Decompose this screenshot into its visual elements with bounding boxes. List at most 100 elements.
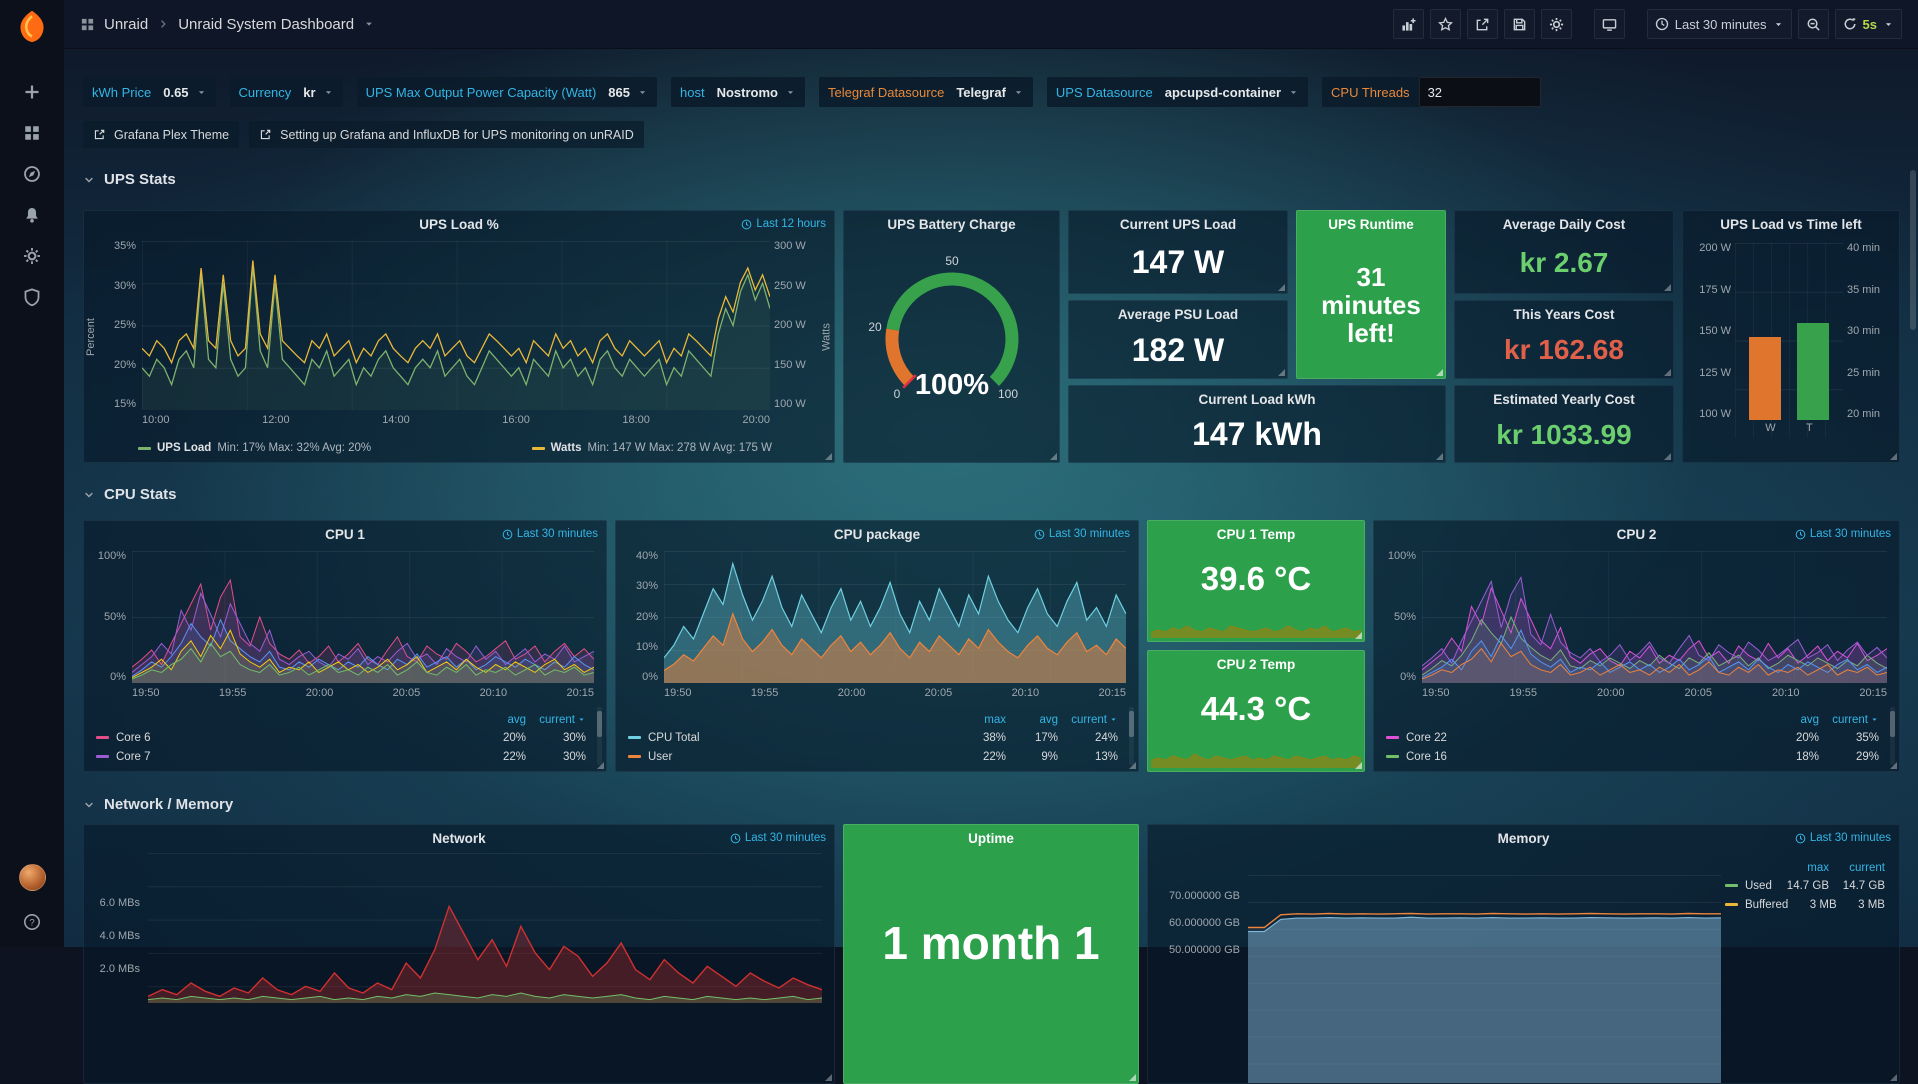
alerting-bell-icon[interactable] xyxy=(23,206,41,224)
legend-scrollbar[interactable] xyxy=(1890,707,1895,765)
stat-title[interactable]: Average PSU Load xyxy=(1069,307,1287,322)
panel-average-psu-load: Average PSU Load 182 W xyxy=(1068,300,1288,379)
panel-time-override[interactable]: Last 30 minutes xyxy=(1795,521,1891,547)
ups-bar-chart[interactable]: WT xyxy=(1735,243,1843,438)
row-header-cpu-stats[interactable]: CPU Stats xyxy=(83,486,177,503)
create-icon[interactable] xyxy=(23,83,41,101)
y-tick: 200 W xyxy=(1699,243,1731,254)
page-scrollbar[interactable] xyxy=(1910,170,1916,330)
legend-series[interactable]: Core 6 xyxy=(96,732,474,744)
variable-cpu-threads: CPU Threads xyxy=(1322,77,1541,107)
variable-telegraf-datasource[interactable]: Telegraf Datasource Telegraf xyxy=(819,77,1033,107)
series-swatch xyxy=(138,447,151,450)
cpu1-chart[interactable] xyxy=(132,551,594,683)
y-tick: 25 min xyxy=(1847,368,1880,379)
stat-title[interactable]: Estimated Yearly Cost xyxy=(1455,392,1673,407)
caret-down-icon xyxy=(785,87,796,98)
breadcrumb-folder[interactable]: Unraid xyxy=(104,16,148,33)
x-tick: 20:05 xyxy=(393,687,421,701)
memory-chart[interactable] xyxy=(1248,875,1721,1084)
legend-series-ups-load[interactable]: UPS Load Min: 17% Max: 32% Avg: 20% xyxy=(138,442,371,454)
panel-this-years-cost: This Years Cost kr 162.68 xyxy=(1454,300,1674,379)
legend-series[interactable]: Used xyxy=(1725,880,1773,892)
stat-title[interactable]: UPS Runtime xyxy=(1297,217,1445,232)
legend-series-watts[interactable]: Watts Min: 147 W Max: 278 W Avg: 175 W xyxy=(532,442,772,454)
variable-host[interactable]: host Nostromo xyxy=(671,77,805,107)
row-header-network-memory[interactable]: Network / Memory xyxy=(83,796,233,813)
mark-favorite-button[interactable] xyxy=(1430,9,1461,39)
stat-title[interactable]: CPU 2 Temp xyxy=(1148,657,1364,672)
legend-col-current[interactable]: current xyxy=(1829,862,1885,874)
explore-compass-icon[interactable] xyxy=(23,165,41,183)
legend-col-avg[interactable]: avg xyxy=(1006,714,1058,726)
panel-title[interactable]: Network xyxy=(432,831,485,846)
legend-col-current[interactable]: current xyxy=(1819,714,1879,726)
legend-scrollbar[interactable] xyxy=(597,707,602,765)
panel-time-override[interactable]: Last 12 hours xyxy=(741,211,826,237)
stat-title[interactable]: Current Load kWh xyxy=(1069,392,1445,407)
server-admin-shield-icon[interactable] xyxy=(23,288,41,306)
stat-title[interactable]: Uptime xyxy=(844,831,1138,846)
ups-load-chart[interactable] xyxy=(142,241,770,410)
stat-title[interactable]: CPU 1 Temp xyxy=(1148,527,1364,542)
stat-title[interactable]: Average Daily Cost xyxy=(1455,217,1673,232)
legend-col-avg[interactable]: avg xyxy=(1767,714,1819,726)
panel-time-override[interactable]: Last 30 minutes xyxy=(1034,521,1130,547)
panel-title[interactable]: CPU 1 xyxy=(325,527,365,542)
refresh-picker[interactable]: 5s xyxy=(1835,9,1902,39)
dashboards-icon[interactable] xyxy=(23,124,41,142)
share-dashboard-button[interactable] xyxy=(1467,9,1498,39)
panel-title[interactable]: Memory xyxy=(1498,831,1550,846)
legend-value: 29% xyxy=(1819,751,1879,763)
help-icon[interactable]: ? xyxy=(23,913,41,931)
legend-series[interactable]: Buffered xyxy=(1725,899,1788,911)
stat-value: kr 1033.99 xyxy=(1455,407,1673,462)
row-header-ups-stats[interactable]: UPS Stats xyxy=(83,171,176,188)
variable-ups-datasource[interactable]: UPS Datasource apcupsd-container xyxy=(1047,77,1308,107)
save-dashboard-button[interactable] xyxy=(1504,9,1535,39)
dashboard-settings-button[interactable] xyxy=(1541,9,1572,39)
legend-series[interactable]: CPU Total xyxy=(628,732,954,744)
network-chart[interactable] xyxy=(148,853,822,1003)
variable-ups-max-power[interactable]: UPS Max Output Power Capacity (Watt) 865 xyxy=(357,77,657,107)
cpu-threads-input[interactable] xyxy=(1419,77,1541,107)
link-ups-monitoring-guide[interactable]: Setting up Grafana and InfluxDB for UPS … xyxy=(249,121,644,148)
legend-series[interactable]: Core 16 xyxy=(1386,751,1767,763)
legend-col-max[interactable]: max xyxy=(1773,862,1829,874)
user-avatar[interactable] xyxy=(19,864,46,891)
legend-series[interactable]: Core 22 xyxy=(1386,732,1767,744)
legend-series[interactable]: User xyxy=(628,751,954,763)
stat-title[interactable]: This Years Cost xyxy=(1455,307,1673,322)
panel-title[interactable]: UPS Load % xyxy=(419,217,499,232)
cpu2-chart[interactable] xyxy=(1422,551,1887,683)
breadcrumb-dashboard[interactable]: Unraid System Dashboard xyxy=(178,16,354,33)
variable-kwh-price[interactable]: kWh Price 0.65 xyxy=(83,77,216,107)
panel-time-override[interactable]: Last 30 minutes xyxy=(1795,825,1891,851)
zoom-out-time-button[interactable] xyxy=(1798,9,1829,39)
legend-col-current[interactable]: current xyxy=(526,714,586,726)
legend-col-avg[interactable]: avg xyxy=(474,714,526,726)
legend-value: 18% xyxy=(1767,751,1819,763)
caret-down-icon[interactable] xyxy=(363,18,375,30)
battery-gauge[interactable]: 0 20 50 100 100% xyxy=(852,247,1052,417)
legend-scrollbar[interactable] xyxy=(1129,707,1134,765)
panel-time-override[interactable]: Last 30 minutes xyxy=(730,825,826,851)
panel-title[interactable]: CPU package xyxy=(834,527,920,542)
cpu-package-chart[interactable] xyxy=(664,551,1126,683)
panel-time-override[interactable]: Last 30 minutes xyxy=(502,521,598,547)
grafana-logo-icon[interactable] xyxy=(15,9,49,43)
panel-title[interactable]: UPS Battery Charge xyxy=(887,217,1015,232)
variable-currency[interactable]: Currency kr xyxy=(230,77,343,107)
panel-title[interactable]: CPU 2 xyxy=(1617,527,1657,542)
panel-title[interactable]: UPS Load vs Time left xyxy=(1720,217,1862,232)
configuration-gear-icon[interactable] xyxy=(23,247,41,265)
dashboard-grid-icon[interactable] xyxy=(80,17,95,32)
cycle-view-mode-button[interactable] xyxy=(1594,9,1625,39)
legend-col-current[interactable]: current xyxy=(1058,714,1118,726)
add-panel-button[interactable] xyxy=(1393,9,1424,39)
stat-title[interactable]: Current UPS Load xyxy=(1069,217,1287,232)
time-range-picker[interactable]: Last 30 minutes xyxy=(1647,9,1792,39)
legend-col-max[interactable]: max xyxy=(954,714,1006,726)
legend-series[interactable]: Core 7 xyxy=(96,751,474,763)
link-grafana-plex-theme[interactable]: Grafana Plex Theme xyxy=(83,121,239,148)
